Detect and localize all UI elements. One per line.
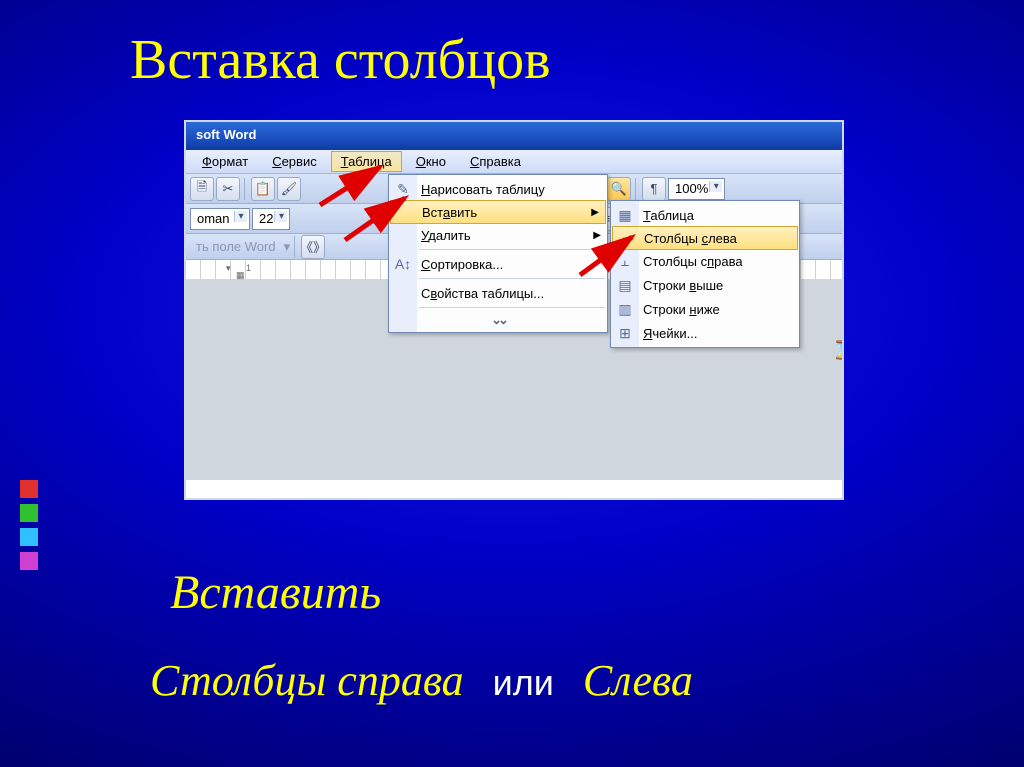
- caption-columns-left: Слева: [583, 656, 693, 705]
- paragraph-icon[interactable]: ¶: [642, 177, 666, 201]
- menu-item-label: Вставить: [422, 205, 477, 220]
- menu-item-label: Строки ниже: [643, 302, 720, 317]
- aux-field-label: ть поле Word: [190, 239, 282, 254]
- word-window: soft Word Формат Сервис Таблица Окно Спр…: [184, 120, 844, 500]
- menu-icon: [393, 225, 413, 245]
- menu-icon: ▦: [615, 205, 635, 225]
- menu-table[interactable]: Таблица: [331, 151, 402, 172]
- submenu-arrow-icon: ▶: [593, 230, 601, 241]
- submenu-arrow-icon: ▶: [591, 207, 599, 218]
- menu-icon: ✎: [393, 179, 413, 199]
- table-menu: ✎ Нарисовать таблицу Вставить ▶ Удалить ▶ А↕ Со…: [388, 174, 608, 333]
- menu-icon: А↕: [393, 254, 413, 274]
- menu-icon: [393, 283, 413, 303]
- toolbar-btn[interactable]: 🔍: [607, 177, 631, 201]
- menu-item-label: Удалить: [421, 228, 471, 243]
- toolbar-btn[interactable]: 《》: [301, 235, 325, 259]
- menu-item-label: Сортировка...: [421, 257, 503, 272]
- toolbar-btn[interactable]: 📋: [251, 177, 275, 201]
- titlebar: soft Word: [186, 122, 842, 150]
- menu-icon: ⊞: [615, 323, 635, 343]
- menu-item-label: Нарисовать таблицу: [421, 182, 545, 197]
- caption-insert: Вставить: [170, 565, 381, 620]
- caption-columns: Столбцы справа или Слева: [150, 655, 693, 706]
- menu-icon: ⫠: [615, 251, 635, 271]
- insert-submenu-item[interactable]: ⫟ Столбцы слева: [612, 226, 798, 250]
- table-menu-item[interactable]: ✎ Нарисовать таблицу: [389, 177, 607, 201]
- menu-window[interactable]: Окно: [406, 151, 456, 172]
- menu-item-label: Столбцы слева: [644, 231, 737, 246]
- menubar: Формат Сервис Таблица Окно Справка: [186, 150, 842, 174]
- menu-format[interactable]: Формат: [192, 151, 258, 172]
- font-name-combo[interactable]: oman: [190, 208, 250, 230]
- menu-item-label: Ячейки...: [643, 326, 697, 341]
- insert-submenu-item[interactable]: ⊞ Ячейки...: [611, 321, 799, 345]
- insert-submenu: ▦ Таблица ⫟ Столбцы слева ⫠ Столбцы справа ▤ Ст…: [610, 200, 800, 348]
- menu-item-label: Свойства таблицы...: [421, 286, 544, 301]
- caption-or: или: [493, 662, 554, 703]
- toolbar-btn[interactable]: 🖌: [277, 177, 301, 201]
- menu-item-label: Столбцы справа: [643, 254, 743, 269]
- menu-icon: ▤: [615, 275, 635, 295]
- insert-submenu-item[interactable]: ▤ Строки выше: [611, 273, 799, 297]
- menu-expand-icon[interactable]: [389, 310, 607, 330]
- hourglass-cursor: ⌛: [832, 340, 844, 361]
- insert-submenu-item[interactable]: ▥ Строки ниже: [611, 297, 799, 321]
- menu-icon: ⫟: [617, 228, 637, 248]
- zoom-combo[interactable]: 100%: [668, 178, 725, 200]
- menu-service[interactable]: Сервис: [262, 151, 327, 172]
- table-menu-item[interactable]: Удалить ▶: [389, 223, 607, 247]
- slide-title: Вставка столбцов: [130, 28, 551, 92]
- table-menu-item[interactable]: Вставить ▶: [390, 200, 606, 224]
- toolbar-btn[interactable]: ✂: [216, 177, 240, 201]
- insert-submenu-item[interactable]: ⫠ Столбцы справа: [611, 249, 799, 273]
- menu-help[interactable]: Справка: [460, 151, 531, 172]
- font-size-combo[interactable]: 22: [252, 208, 290, 230]
- table-menu-item[interactable]: А↕ Сортировка...: [389, 252, 607, 276]
- menu-icon: [395, 202, 415, 222]
- slide-bullets: [20, 480, 38, 570]
- menu-item-label: Строки выше: [643, 278, 723, 293]
- menu-item-label: Таблица: [643, 208, 694, 223]
- toolbar-btn[interactable]: 🗎: [190, 177, 214, 201]
- caption-columns-right: Столбцы справа: [150, 656, 464, 705]
- table-menu-item[interactable]: Свойства таблицы...: [389, 281, 607, 305]
- insert-submenu-item[interactable]: ▦ Таблица: [611, 203, 799, 227]
- menu-icon: ▥: [615, 299, 635, 319]
